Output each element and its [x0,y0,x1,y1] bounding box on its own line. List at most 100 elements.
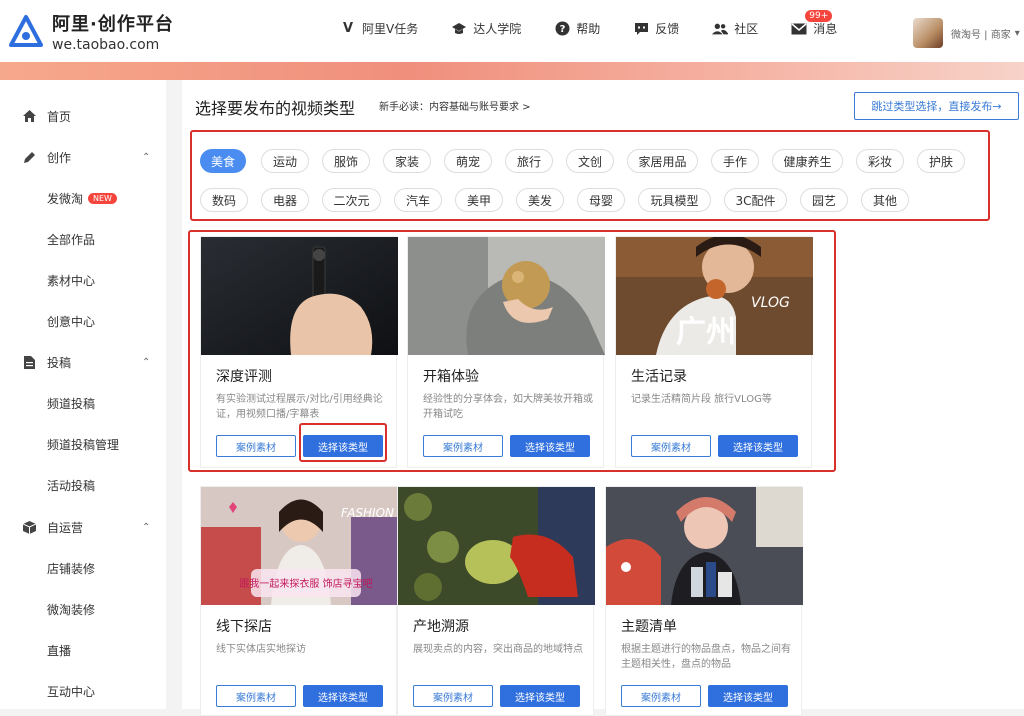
graduation-cap-icon [451,21,467,37]
case-material-button[interactable]: 案例素材 [621,685,701,707]
sidebar-item-post-weitao[interactable]: 发微淘 NEW [0,183,166,213]
case-material-button[interactable]: 案例素材 [216,435,296,457]
nav-feedback[interactable]: 反馈 [633,20,679,37]
case-material-button[interactable]: 案例素材 [216,685,296,707]
sidebar-item-channel-submission[interactable]: 频道投稿 [0,388,166,418]
category-tag-food[interactable]: 美食 [200,149,246,173]
category-tag[interactable]: 二次元 [322,188,381,212]
sidebar-item-label: 互动中心 [47,684,96,699]
nav-v-task[interactable]: V 阿里V任务 [340,20,418,37]
nav-label: 反馈 [655,22,680,36]
category-tag[interactable]: 美发 [516,188,564,212]
sidebar-item-label: 频道投稿 [47,396,96,411]
community-icon [712,21,729,37]
avatar [913,18,943,48]
category-tag[interactable]: 家装 [383,149,431,173]
sidebar-item-label: 投稿 [47,355,72,370]
sidebar-item-label: 发微淘 [47,191,84,206]
sidebar-item-all-works[interactable]: 全部作品 [0,224,166,254]
card-thumbnail: FASHION 跟我一起来探衣服 饰店寻宝吧 [201,487,398,605]
card-thumbnail [201,237,398,355]
select-type-button[interactable]: 选择该类型 [708,685,788,707]
logo-triangle-icon [9,14,43,47]
video-type-card[interactable]: 主题清单 根据主题进行的物品盘点，物品之间有主题相关性，盘点的物品 案例素材 选… [605,486,803,716]
logo-title: 阿里·创作平台 [52,14,174,35]
video-type-card[interactable]: 产地溯源 展现卖点的内容，突出商品的地域特点 案例素材 选择该类型 [397,486,595,716]
card-description: 记录生活精简片段 旅行VLOG等 [631,394,772,405]
box-icon [22,520,36,534]
logo[interactable]: 阿里·创作平台 we.taobao.com [8,10,174,53]
select-type-button[interactable]: 选择该类型 [303,685,383,707]
pen-icon [22,150,36,164]
case-material-button[interactable]: 案例素材 [423,435,503,457]
category-tag[interactable]: 手作 [711,149,759,173]
category-tag[interactable]: 汽车 [394,188,442,212]
thumb-city-text: 广州 [676,315,736,350]
sidebar-item-label: 店铺装修 [47,561,96,576]
category-tag[interactable]: 园艺 [800,188,848,212]
card-thumbnail [398,487,595,605]
svg-text:?: ? [559,24,565,35]
nav-academy[interactable]: 达人学院 [451,20,521,37]
sidebar-item-create[interactable]: 创作 ⌃ [0,142,166,172]
nav-community[interactable]: 社区 [712,20,758,37]
sidebar-item-label: 素材中心 [47,273,96,288]
category-tag[interactable]: 电器 [261,188,309,212]
sidebar-item-home[interactable]: 首页 [0,101,166,131]
help-icon: ? [554,21,570,37]
user-label: 微淘号 | 商家 [951,29,1011,41]
sidebar-item-weitao-decoration[interactable]: 微淘装修 [0,594,166,624]
case-material-button[interactable]: 案例素材 [631,435,711,457]
card-title: 主题清单 [621,619,677,635]
video-type-card[interactable]: VLOG 广州 生活记录 记录生活精简片段 旅行VLOG等 案例素材 选择该类型 [615,236,813,468]
case-material-button[interactable]: 案例素材 [413,685,493,707]
document-icon [22,355,36,369]
card-description: 根据主题进行的物品盘点，物品之间有主题相关性，盘点的物品 [621,644,791,670]
category-tag[interactable]: 旅行 [505,149,553,173]
sidebar-item-activity-submission[interactable]: 活动投稿 [0,470,166,500]
category-tag[interactable]: 玩具模型 [638,188,711,212]
category-tag[interactable]: 母婴 [577,188,625,212]
sidebar-item-creative-center[interactable]: 创意中心 [0,306,166,336]
category-tag[interactable]: 健康养生 [772,149,843,173]
select-type-button[interactable]: 选择该类型 [510,435,590,457]
category-tag[interactable]: 3C配件 [724,188,787,212]
nav-label: 帮助 [576,22,601,36]
feedback-icon [633,21,649,37]
category-tag[interactable]: 服饰 [322,149,370,173]
category-tag[interactable]: 运动 [261,149,309,173]
sidebar-item-channel-submission-manage[interactable]: 频道投稿管理 [0,429,166,459]
nav-label: 社区 [734,22,759,36]
top-nav: V 阿里V任务 达人学院 ? 帮助 反馈 社区 消息 99+ [340,10,870,37]
category-tag[interactable]: 家居用品 [627,149,698,173]
category-tag[interactable]: 美甲 [455,188,503,212]
chevron-up-icon: ⌃ [142,521,151,533]
sidebar-item-label: 活动投稿 [47,478,96,493]
user-menu[interactable]: 微淘号 | 商家 ▾ [913,18,1020,48]
category-tag[interactable]: 彩妆 [856,149,904,173]
sidebar-item-shop-decoration[interactable]: 店铺装修 [0,553,166,583]
sidebar-item-self-operation[interactable]: 自运营 ⌃ [0,512,166,542]
message-count-badge: 99+ [805,10,833,22]
nav-messages[interactable]: 消息 99+ [791,10,837,37]
category-tag[interactable]: 其他 [861,188,909,212]
video-type-card[interactable]: 开箱体验 经验性的分享体会，如大牌美妆开箱或开箱试吃 案例素材 选择该类型 [407,236,605,468]
card-title: 生活记录 [631,369,687,385]
sidebar-item-live[interactable]: 直播 [0,635,166,665]
video-type-card[interactable]: FASHION 跟我一起来探衣服 饰店寻宝吧 线下探店 线下实体店实地探访 案例… [200,486,398,716]
category-tag[interactable]: 文创 [566,149,614,173]
category-tag[interactable]: 护肤 [917,149,965,173]
main-content: 选择要发布的视频类型 新手必读：内容基础与账号要求 > 跳过类型选择，直接发布→… [182,80,1024,716]
thumb-vlog-text: VLOG [751,295,790,311]
category-tag[interactable]: 萌宠 [444,149,492,173]
sidebar-item-submission[interactable]: 投稿 ⌃ [0,347,166,377]
select-type-button[interactable]: 选择该类型 [500,685,580,707]
sidebar-item-interaction-center[interactable]: 互动中心 [0,676,166,706]
nav-help[interactable]: ? 帮助 [554,20,600,37]
sidebar-item-material-center[interactable]: 素材中心 [0,265,166,295]
card-thumbnail [606,487,803,605]
category-tag[interactable]: 数码 [200,188,248,212]
select-type-button[interactable]: 选择该类型 [718,435,798,457]
skip-type-button[interactable]: 跳过类型选择，直接发布→ [854,92,1019,120]
beginner-guide-link[interactable]: 新手必读：内容基础与账号要求 > [379,98,531,113]
